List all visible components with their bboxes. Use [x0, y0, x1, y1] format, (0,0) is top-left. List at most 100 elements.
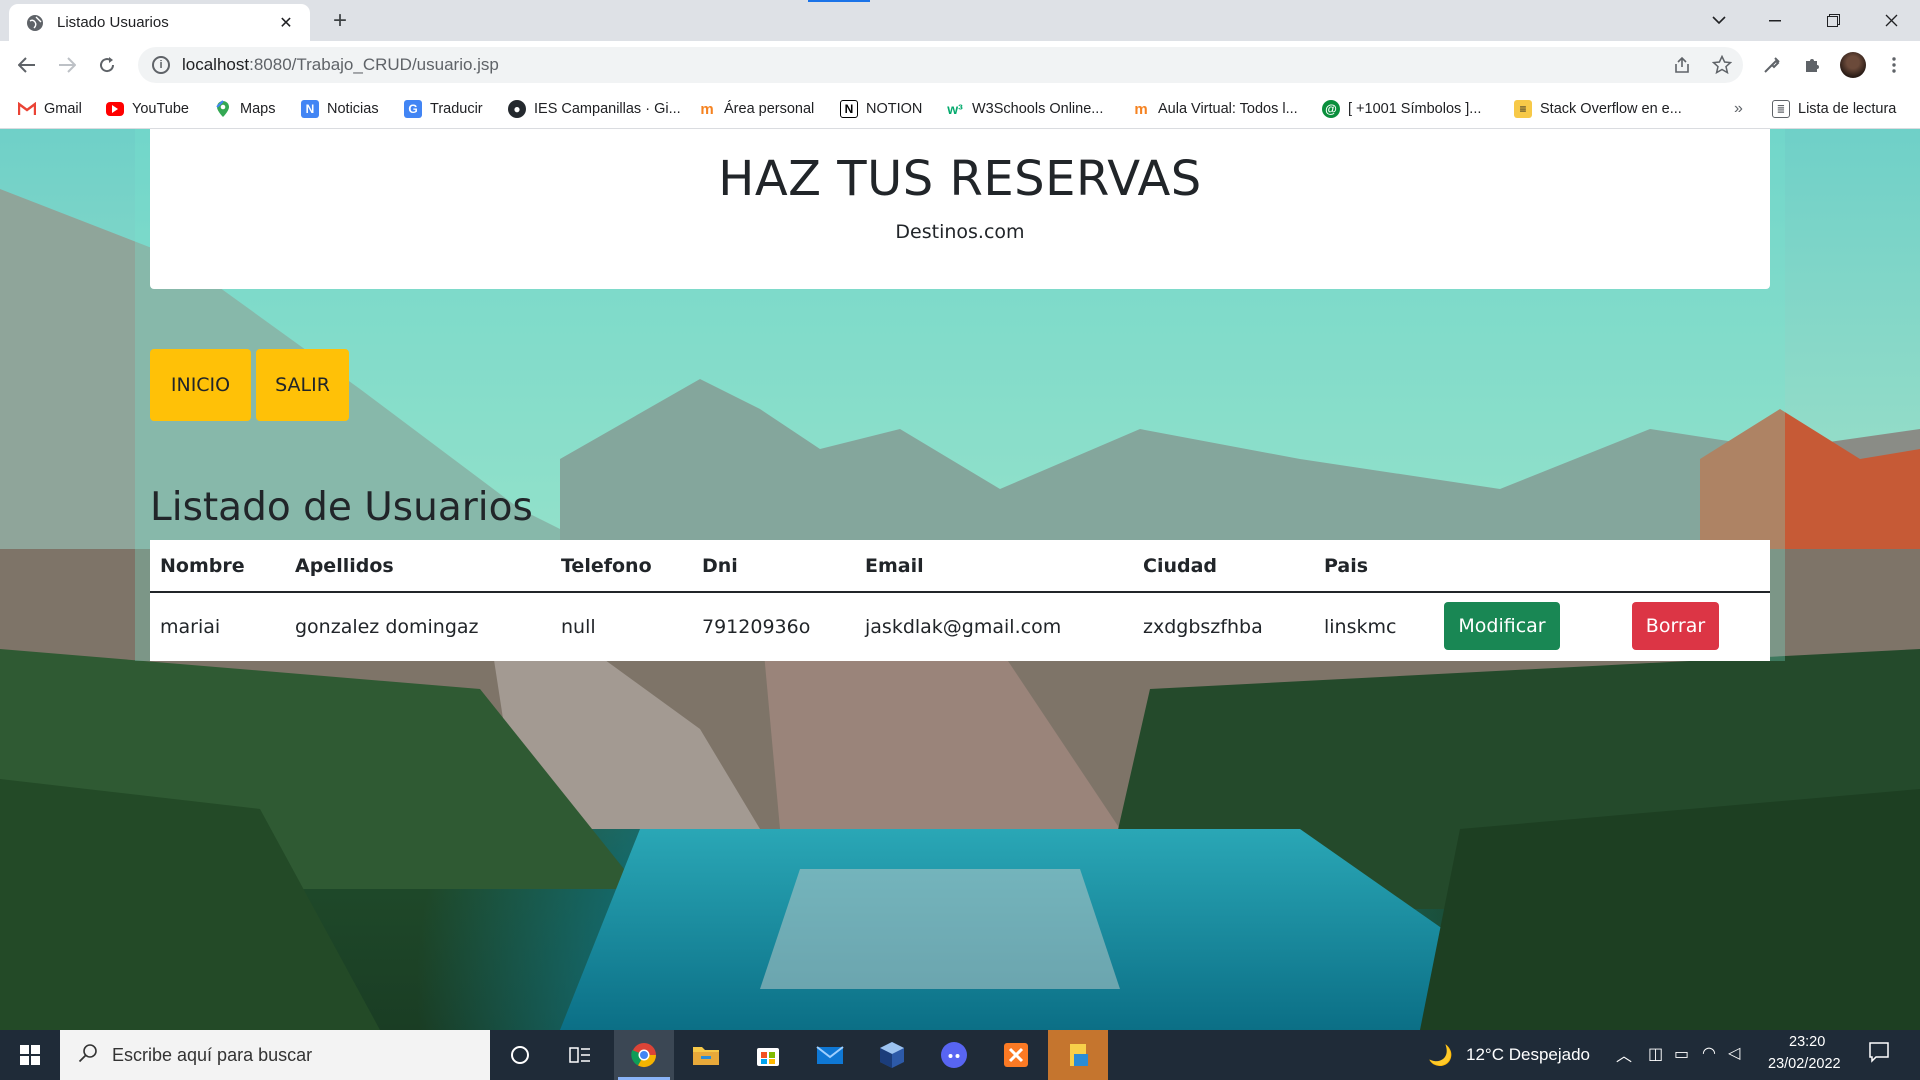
- list-heading: Listado de Usuarios: [150, 485, 533, 530]
- wifi-icon[interactable]: ◠: [1702, 1043, 1716, 1063]
- close-window-button[interactable]: [1862, 0, 1920, 41]
- symbols-icon: @: [1322, 100, 1340, 118]
- inicio-button[interactable]: INICIO: [150, 349, 251, 421]
- taskbar-search[interactable]: Escribe aquí para buscar: [60, 1030, 490, 1080]
- bookmark-label: Noticias: [327, 101, 379, 117]
- bookmark-area-personal[interactable]: m Área personal: [698, 97, 814, 121]
- column-header-email: Email: [865, 555, 924, 577]
- news-icon: N: [301, 100, 319, 118]
- clock-time[interactable]: 23:20: [1789, 1034, 1825, 1050]
- reload-icon[interactable]: [93, 51, 121, 79]
- meet-now-icon[interactable]: ◫: [1648, 1044, 1663, 1064]
- cell-email: jaskdlak@gmail.com: [865, 616, 1062, 638]
- url-path: :8080/Trabajo_CRUD/usuario.jsp: [249, 55, 499, 74]
- tab-search-icon[interactable]: [1690, 0, 1748, 41]
- file-explorer-icon[interactable]: [676, 1030, 736, 1080]
- reading-list-icon: ≣: [1772, 100, 1790, 118]
- virtualbox-icon[interactable]: [862, 1030, 922, 1080]
- bookmark-maps[interactable]: Maps: [214, 97, 275, 121]
- delete-button[interactable]: Borrar: [1632, 602, 1719, 650]
- bookmark-notion[interactable]: N NOTION: [840, 97, 922, 121]
- cell-telefono: null: [561, 616, 596, 638]
- users-table: Nombre Apellidos Telefono Dni Email Ciud…: [150, 540, 1770, 661]
- bookmark-youtube[interactable]: YouTube: [106, 97, 189, 121]
- bookmark-aula-virtual[interactable]: m Aula Virtual: Todos l...: [1132, 97, 1298, 121]
- search-icon: [78, 1043, 98, 1068]
- xampp-icon[interactable]: [986, 1030, 1046, 1080]
- bookmark-simbolos[interactable]: @ [ +1001 Símbolos ]...: [1322, 97, 1481, 121]
- battery-icon[interactable]: ▭: [1674, 1044, 1689, 1064]
- mail-icon[interactable]: [800, 1030, 860, 1080]
- column-header-telefono: Telefono: [561, 555, 652, 577]
- github-icon: ●: [508, 100, 526, 118]
- more-bookmarks-button[interactable]: »: [1734, 97, 1743, 121]
- youtube-icon: [106, 102, 124, 116]
- restore-button[interactable]: [1804, 0, 1862, 41]
- tray-chevron-icon[interactable]: ︿: [1616, 1042, 1632, 1066]
- bookmark-ies-campanillas[interactable]: ● IES Campanillas · Gi...: [508, 97, 681, 121]
- globe-icon: [25, 13, 45, 33]
- moodle-icon: m: [1134, 100, 1148, 118]
- notifications-icon[interactable]: [1868, 1041, 1890, 1068]
- cell-nombre: mariai: [160, 616, 221, 638]
- cell-pais: linskmc: [1324, 616, 1397, 638]
- bookmark-label: IES Campanillas · Gi...: [534, 101, 681, 117]
- volume-icon[interactable]: ◁: [1728, 1043, 1740, 1063]
- reading-list-label: Lista de lectura: [1798, 101, 1897, 117]
- loading-indicator: [808, 0, 870, 2]
- site-info-icon[interactable]: i: [152, 56, 170, 74]
- cell-ciudad: zxdgbszfhba: [1143, 616, 1263, 638]
- column-header-apellidos: Apellidos: [295, 555, 394, 577]
- cell-dni: 79120936o: [702, 616, 811, 638]
- forward-icon[interactable]: [53, 51, 81, 79]
- salir-button[interactable]: SALIR: [256, 349, 349, 421]
- eyedropper-extension-icon[interactable]: [1758, 51, 1786, 79]
- bookmark-label: W3Schools Online...: [972, 101, 1104, 117]
- w3schools-icon: w³: [947, 101, 963, 117]
- weather-text[interactable]: 12°C Despejado: [1466, 1045, 1590, 1065]
- page-title: HAZ TUS RESERVAS: [718, 151, 1202, 207]
- discord-icon[interactable]: [924, 1030, 984, 1080]
- new-tab-button[interactable]: +: [326, 8, 354, 36]
- page-subtitle: Destinos.com: [895, 221, 1025, 243]
- profile-avatar[interactable]: [1840, 52, 1866, 78]
- address-bar[interactable]: i localhost:8080/Trabajo_CRUD/usuario.js…: [138, 47, 1743, 83]
- sticky-notes-icon[interactable]: [1048, 1030, 1108, 1080]
- tab-strip: Listado Usuarios ✕ +: [0, 0, 1920, 41]
- notion-icon: N: [840, 100, 858, 118]
- bookmark-label: Stack Overflow en e...: [1540, 101, 1682, 117]
- column-header-nombre: Nombre: [160, 555, 245, 577]
- bookmark-w3schools[interactable]: w³ W3Schools Online...: [946, 97, 1103, 121]
- task-view-icon[interactable]: [550, 1030, 610, 1080]
- back-icon[interactable]: [13, 51, 41, 79]
- search-placeholder: Escribe aquí para buscar: [112, 1044, 313, 1065]
- bookmark-label: Aula Virtual: Todos l...: [1158, 101, 1298, 117]
- clock-date[interactable]: 23/02/2022: [1768, 1056, 1841, 1072]
- modify-button[interactable]: Modificar: [1444, 602, 1560, 650]
- extensions-puzzle-icon[interactable]: [1798, 51, 1826, 79]
- gmail-icon: [18, 100, 36, 118]
- page-viewport: HAZ TUS RESERVAS Destinos.com INICIO SAL…: [0, 129, 1920, 1030]
- tab-active[interactable]: Listado Usuarios ✕: [9, 4, 310, 41]
- bookmark-traducir[interactable]: G Traducir: [404, 97, 483, 121]
- microsoft-store-icon[interactable]: [738, 1030, 798, 1080]
- column-header-pais: Pais: [1324, 555, 1369, 577]
- bookmark-noticias[interactable]: N Noticias: [301, 97, 379, 121]
- browser-toolbar: i localhost:8080/Trabajo_CRUD/usuario.js…: [0, 41, 1920, 89]
- bookmark-label: [ +1001 Símbolos ]...: [1348, 101, 1482, 117]
- bookmark-gmail[interactable]: Gmail: [18, 97, 82, 121]
- cortana-icon[interactable]: [490, 1030, 550, 1080]
- weather-moon-icon: 🌙: [1428, 1045, 1453, 1067]
- close-tab-icon[interactable]: ✕: [276, 13, 296, 33]
- bookmark-star-icon[interactable]: [1708, 51, 1736, 79]
- menu-dots-icon[interactable]: [1880, 51, 1908, 79]
- chrome-taskbar-icon[interactable]: [614, 1030, 674, 1080]
- windows-start-icon[interactable]: [0, 1030, 60, 1080]
- bookmark-label: Gmail: [44, 101, 82, 117]
- reading-list-button[interactable]: ≣ Lista de lectura: [1772, 97, 1896, 121]
- minimize-button[interactable]: [1746, 0, 1804, 41]
- column-header-ciudad: Ciudad: [1143, 555, 1218, 577]
- bookmark-label: Área personal: [724, 101, 815, 117]
- bookmark-stackoverflow[interactable]: ≡ Stack Overflow en e...: [1514, 97, 1682, 121]
- share-icon[interactable]: [1668, 51, 1696, 79]
